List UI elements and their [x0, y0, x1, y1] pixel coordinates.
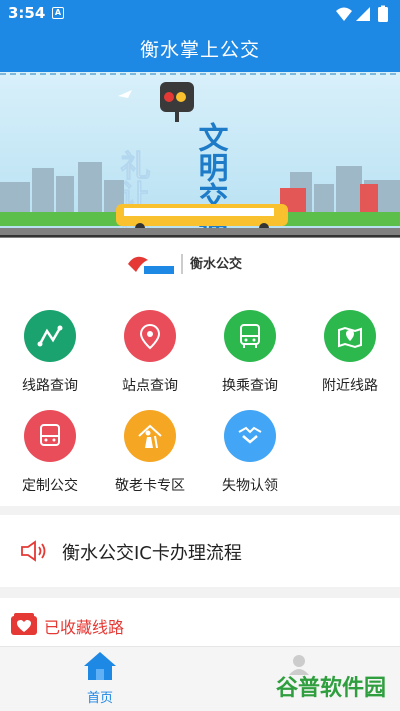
svg-text:衡水公交: 衡水公交 — [190, 256, 242, 271]
elderly-icon — [124, 410, 176, 462]
menu-label: 敬老卡专区 — [115, 478, 185, 494]
handshake-icon — [224, 410, 276, 462]
notice-text: 衡水公交IC卡办理流程 — [62, 543, 242, 564]
menu-item-lost-found[interactable]: 失物认领 — [200, 390, 300, 494]
menu-item-nearby-routes[interactable]: 附近线路 — [300, 290, 400, 394]
app-bar: 衡水掌上公交 — [0, 28, 400, 72]
menu-item-transfer-search[interactable]: 换乘查询 — [200, 290, 300, 394]
wifi-icon — [336, 7, 352, 21]
page-title: 衡水掌上公交 — [139, 39, 260, 61]
location-pin-icon — [124, 310, 176, 362]
map-pin-icon — [324, 310, 376, 362]
heart-folder-icon — [11, 613, 37, 635]
logo-strip: 衡水公交 — [0, 238, 400, 290]
status-icons — [336, 5, 388, 22]
home-icon — [84, 652, 116, 680]
promo-banner[interactable]: 礼让出行 文明交通 — [0, 72, 400, 238]
battery-icon — [378, 7, 388, 22]
menu-label: 定制公交 — [22, 478, 78, 494]
signal-icon — [356, 7, 370, 21]
custom-bus-icon — [24, 410, 76, 462]
notice-ic-card[interactable]: 衡水公交IC卡办理流程 — [0, 515, 400, 587]
svg-text:谷普软件园: 谷普软件园 — [276, 675, 386, 700]
banner-illustration: 礼让出行 文明交通 — [0, 72, 400, 238]
menu-item-route-search[interactable]: 线路查询 — [0, 290, 100, 394]
favorites-label: 已收藏线路 — [44, 618, 125, 637]
nav-home[interactable]: 首页 — [60, 647, 140, 711]
menu-item-elderly-card[interactable]: 敬老卡专区 — [100, 390, 200, 494]
function-menu: 线路查询 站点查询 换乘查询 附近线路 定制公交 敬老卡专区 失物认领 — [0, 290, 400, 506]
menu-item-stop-search[interactable]: 站点查询 — [100, 290, 200, 394]
nav-home-label: 首页 — [86, 691, 113, 706]
speaker-icon — [21, 540, 46, 562]
notification-a-icon: A — [52, 7, 64, 19]
status-bar: 3:54 A — [0, 0, 400, 28]
route-icon — [24, 310, 76, 362]
company-logo: 衡水公交 — [128, 254, 242, 274]
watermark-logo: 谷普软件园 — [276, 675, 386, 700]
status-time: 3:54 — [8, 4, 46, 22]
menu-label: 附近线路 — [322, 378, 378, 394]
menu-label: 失物认领 — [222, 478, 278, 494]
favorite-routes-header[interactable]: 已收藏线路 — [0, 598, 400, 646]
bus-icon — [224, 310, 276, 362]
menu-item-custom-bus[interactable]: 定制公交 — [0, 390, 100, 494]
